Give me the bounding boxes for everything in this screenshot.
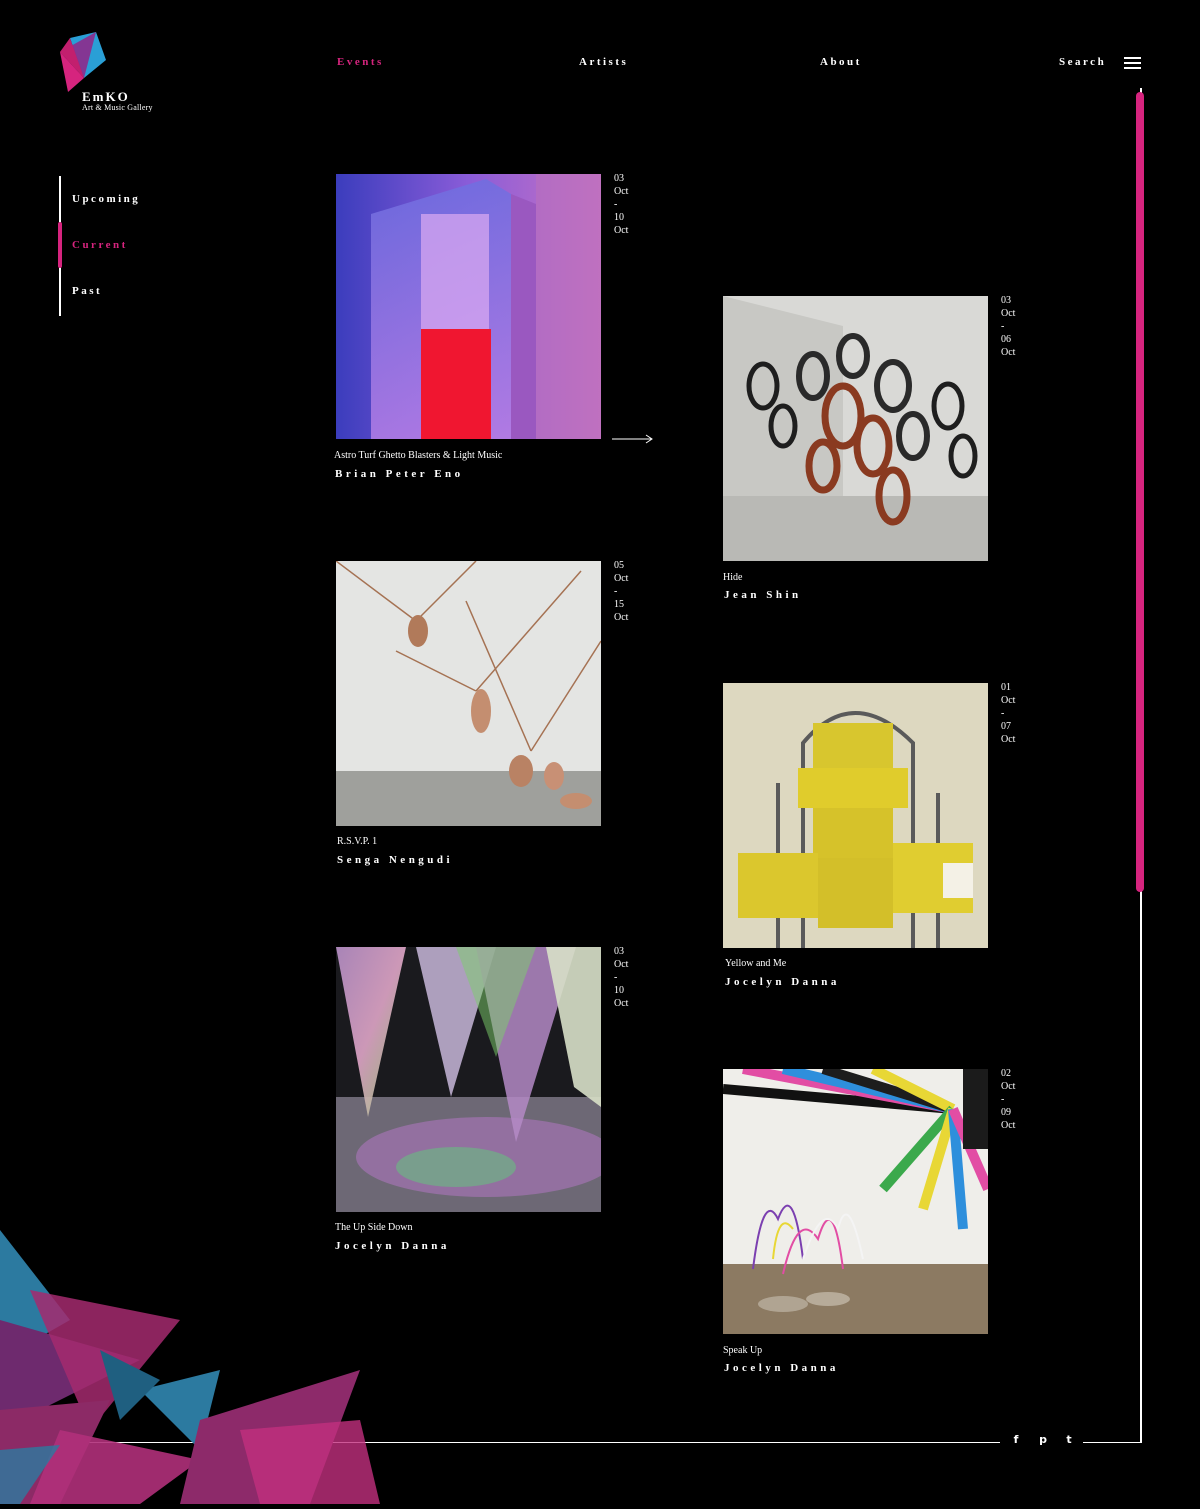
event-image-3[interactable] xyxy=(336,561,601,826)
event-artist-1[interactable]: Brian Peter Eno xyxy=(335,468,464,480)
event-date-5: 03 Oct - 10 Oct xyxy=(614,946,629,1009)
event-date-2: 03 Oct - 06 Oct xyxy=(1001,295,1016,358)
event-artist-4[interactable]: Jocelyn Danna xyxy=(725,976,840,988)
sidebar-item-past[interactable]: Past xyxy=(72,285,102,297)
facebook-icon[interactable]: f xyxy=(1009,1433,1023,1447)
event-date-1: 03 Oct - 10 Oct xyxy=(614,173,629,236)
sidebar-item-upcoming[interactable]: Upcoming xyxy=(72,193,140,205)
pinterest-icon[interactable]: p xyxy=(1036,1433,1050,1447)
nav-search[interactable]: Search xyxy=(1059,56,1106,68)
event-date-4: 01 Oct - 07 Oct xyxy=(1001,682,1016,745)
event-artist-6[interactable]: Jocelyn Danna xyxy=(724,1362,839,1374)
event-image-2[interactable] xyxy=(723,296,988,561)
event-date-3: 05 Oct - 15 Oct xyxy=(614,560,629,623)
scroll-thumb[interactable] xyxy=(1136,92,1144,892)
event-date-6: 02 Oct - 09 Oct xyxy=(1001,1068,1016,1131)
event-image-4[interactable] xyxy=(723,683,988,948)
logo-mark-icon xyxy=(60,32,106,92)
nav-artists[interactable]: Artists xyxy=(579,56,628,68)
event-title-2[interactable]: Hide xyxy=(723,572,742,583)
event-title-6[interactable]: Speak Up xyxy=(723,1345,762,1356)
event-image-6[interactable] xyxy=(723,1069,988,1334)
sidebar-active-indicator xyxy=(58,222,62,268)
hamburger-icon[interactable] xyxy=(1124,56,1142,70)
footer-divider-right xyxy=(1083,1442,1142,1443)
brand-subtitle: Art & Music Gallery xyxy=(82,103,153,112)
nav-events[interactable]: Events xyxy=(337,56,384,68)
sidebar-item-current[interactable]: Current xyxy=(72,239,128,251)
twitter-icon[interactable]: t xyxy=(1062,1433,1076,1447)
arrow-right-icon[interactable] xyxy=(612,432,654,444)
event-artist-3[interactable]: Senga Nengudi xyxy=(337,854,453,866)
event-image-1[interactable] xyxy=(336,174,601,439)
event-artist-2[interactable]: Jean Shin xyxy=(724,589,802,601)
event-image-5[interactable] xyxy=(336,947,601,1212)
event-title-1[interactable]: Astro Turf Ghetto Blasters & Light Music xyxy=(334,450,502,461)
event-title-4[interactable]: Yellow and Me xyxy=(725,958,786,969)
decorative-shards xyxy=(0,1230,400,1504)
nav-about[interactable]: About xyxy=(820,56,862,68)
event-title-3[interactable]: R.S.V.P. 1 xyxy=(337,836,377,847)
